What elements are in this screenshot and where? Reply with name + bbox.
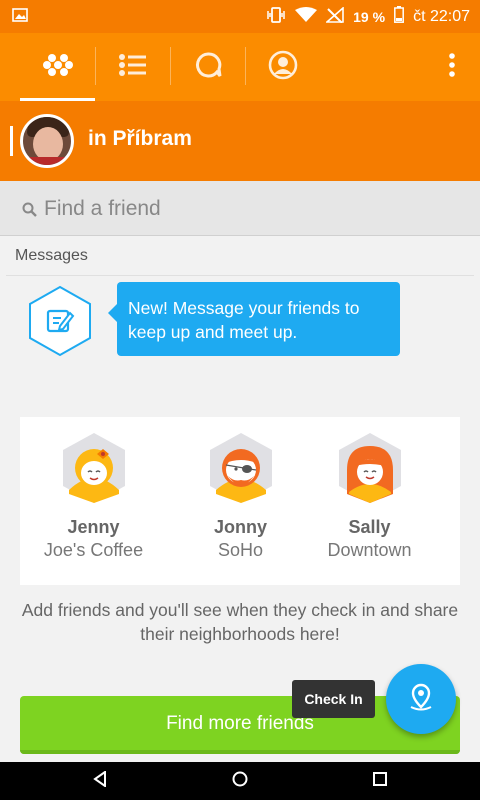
- image-icon: [12, 8, 28, 27]
- chat-icon: [194, 51, 222, 84]
- tab-chat[interactable]: [170, 33, 245, 101]
- back-button[interactable]: [80, 762, 120, 800]
- no-signal-icon: [325, 5, 344, 27]
- search-input[interactable]: [44, 195, 464, 223]
- search-bar: [0, 181, 480, 236]
- profile-icon: [268, 50, 298, 85]
- tab-list[interactable]: [95, 33, 170, 101]
- search-icon: [22, 202, 38, 223]
- boy-avatar-icon: [208, 432, 274, 504]
- friend-place: Joe's Coffee: [43, 540, 144, 560]
- home-button[interactable]: [220, 762, 260, 800]
- checkin-pin-icon: [405, 681, 437, 718]
- checkin-button[interactable]: [386, 664, 456, 734]
- avatar[interactable]: [20, 114, 74, 168]
- friend-name: Sally: [348, 517, 391, 537]
- battery-icon: [394, 6, 405, 27]
- wifi-icon: [295, 6, 318, 27]
- profile-indicator: [10, 126, 13, 156]
- checkin-tooltip: Check In: [292, 680, 375, 718]
- more-menu-button[interactable]: [440, 33, 464, 101]
- friend-place: SoHo: [217, 540, 264, 560]
- top-nav: [0, 33, 480, 101]
- friends-example-card: Jenny Joe's Coffee Jonny SoHo Sally Down…: [20, 417, 460, 585]
- system-nav-bar: [0, 762, 480, 800]
- friend-name: Jenny: [67, 517, 120, 537]
- list-icon: [118, 53, 148, 82]
- explore-icon: [42, 53, 73, 82]
- clock: čt 22:07: [413, 7, 470, 25]
- home-icon: [232, 771, 248, 792]
- tab-profile[interactable]: [245, 33, 320, 101]
- section-title: Messages: [15, 247, 88, 264]
- vibrate-icon: [266, 6, 286, 27]
- recents-button[interactable]: [360, 762, 400, 800]
- new-messages-tooltip[interactable]: New! Message your friends to keep up and…: [108, 282, 400, 356]
- battery-percent: 19 %: [353, 8, 386, 25]
- add-friends-hint: Add friends and you'll see when they che…: [21, 600, 459, 644]
- divider: [6, 275, 474, 276]
- more-vert-icon: [449, 52, 455, 82]
- status-bar: 19 % čt 22:07: [0, 0, 480, 33]
- friend-name: Jonny: [213, 517, 267, 537]
- recents-icon: [373, 771, 387, 791]
- girl-avatar-icon: [61, 432, 127, 504]
- back-icon: [93, 769, 107, 792]
- compose-message-button[interactable]: [24, 285, 96, 357]
- tab-explore[interactable]: [20, 33, 95, 101]
- profile-city: in Příbram: [88, 127, 192, 150]
- friend-place: Downtown: [327, 540, 412, 560]
- profile-header: in Příbram: [0, 101, 480, 181]
- girl-avatar-icon: [337, 432, 403, 504]
